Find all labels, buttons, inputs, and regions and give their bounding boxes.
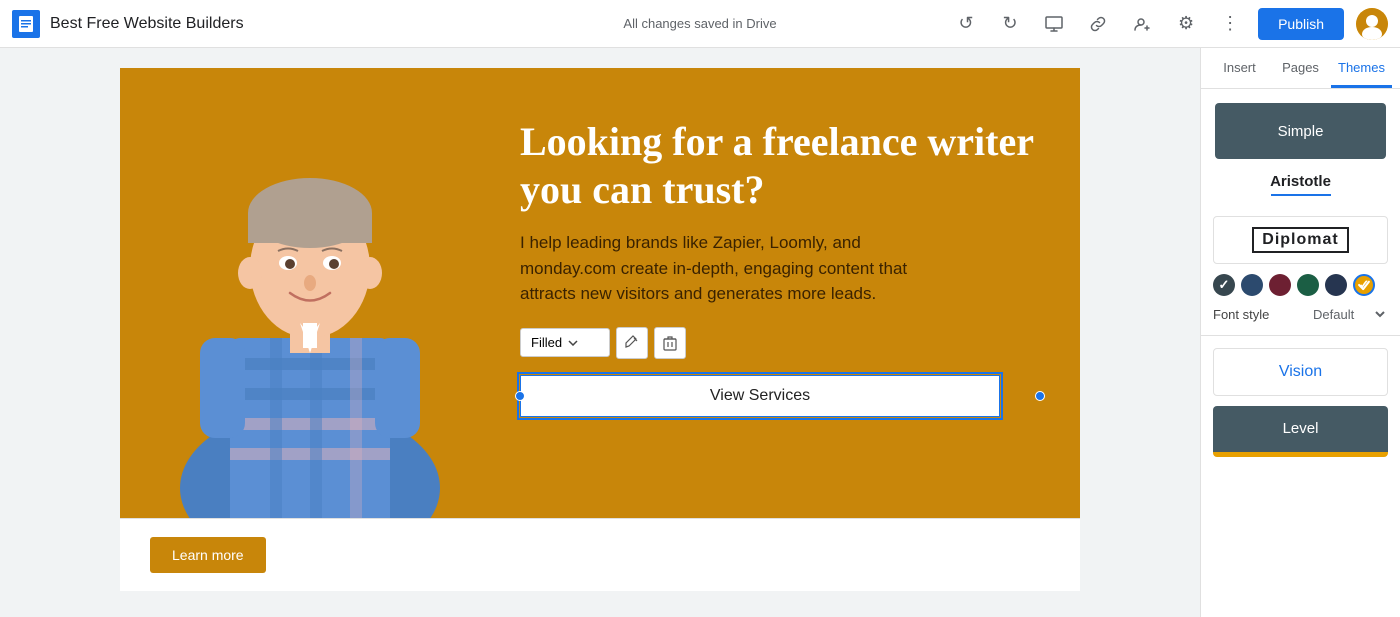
topbar-right: ↺ ↻ ⚙ ⋮ Publish	[950, 8, 1388, 40]
tab-pages[interactable]: Pages	[1270, 48, 1331, 88]
main-layout: Looking for a freelance writer you can t…	[0, 48, 1400, 617]
swatch-navy[interactable]	[1241, 274, 1263, 296]
swatch-dark-blue[interactable]	[1325, 274, 1347, 296]
undo-button[interactable]: ↺	[950, 8, 982, 40]
swatch-charcoal[interactable]	[1213, 274, 1235, 296]
resize-handle-right[interactable]	[1035, 391, 1045, 401]
view-services-wrapper: View Services	[520, 375, 1040, 417]
save-status: All changes saved in Drive	[623, 16, 776, 31]
publish-button[interactable]: Publish	[1258, 8, 1344, 40]
theme-level-label: Level	[1283, 420, 1319, 437]
settings-button[interactable]: ⚙	[1170, 8, 1202, 40]
delete-icon-btn[interactable]	[654, 327, 686, 359]
swatch-burgundy[interactable]	[1269, 274, 1291, 296]
google-slides-icon	[12, 10, 40, 38]
slide-container: Looking for a freelance writer you can t…	[120, 68, 1080, 591]
redo-button[interactable]: ↻	[994, 8, 1026, 40]
swatch-green[interactable]	[1297, 274, 1319, 296]
white-section: Learn more	[120, 518, 1080, 591]
theme-aristotle-wrapper[interactable]: Aristotle	[1213, 173, 1388, 206]
button-style-select[interactable]: Filled	[520, 328, 610, 357]
button-toolbar: Filled	[520, 327, 1040, 359]
button-style-label: Filled	[531, 335, 562, 350]
hero-content: Looking for a freelance writer you can t…	[500, 68, 1080, 518]
view-services-button[interactable]: View Services	[520, 375, 1000, 417]
panel-tabs: Insert Pages Themes	[1201, 48, 1400, 89]
add-person-button[interactable]	[1126, 8, 1158, 40]
doc-title: Best Free Website Builders	[50, 15, 244, 33]
learn-more-button[interactable]: Learn more	[150, 537, 266, 573]
theme-simple-bg: Simple	[1215, 103, 1386, 159]
hero-person-image	[120, 68, 500, 518]
theme-simple-card[interactable]: Simple	[1213, 101, 1388, 161]
theme-simple-label: Simple	[1278, 123, 1324, 140]
tab-insert[interactable]: Insert	[1209, 48, 1270, 88]
canvas-area: Looking for a freelance writer you can t…	[0, 48, 1200, 617]
level-gold-bar	[1213, 452, 1388, 457]
panel-divider-1	[1201, 335, 1400, 336]
color-swatches	[1201, 264, 1400, 296]
hero-headline: Looking for a freelance writer you can t…	[520, 118, 1040, 214]
theme-level-bg: Level	[1213, 406, 1388, 452]
theme-level-card[interactable]: Level	[1213, 406, 1388, 457]
resize-handle-left[interactable]	[515, 391, 525, 401]
theme-diplomat-card[interactable]: Diplomat	[1213, 216, 1388, 264]
right-panel: Insert Pages Themes Simple Aristotle Dip…	[1200, 48, 1400, 617]
theme-vision-card[interactable]: Vision	[1213, 348, 1388, 396]
avatar[interactable]	[1356, 8, 1388, 40]
tab-themes[interactable]: Themes	[1331, 48, 1392, 88]
topbar-left: Best Free Website Builders	[12, 10, 950, 38]
font-style-row: Font style Default Serif Sans-serif	[1201, 296, 1400, 323]
swatch-gold[interactable]	[1353, 274, 1375, 296]
more-button[interactable]: ⋮	[1214, 8, 1246, 40]
font-style-label: Font style	[1213, 307, 1269, 322]
present-button[interactable]	[1038, 8, 1070, 40]
hero-body-text: I help leading brands like Zapier, Looml…	[520, 230, 960, 307]
link-button[interactable]	[1082, 8, 1114, 40]
hero-section: Looking for a freelance writer you can t…	[120, 68, 1080, 518]
topbar: Best Free Website Builders All changes s…	[0, 0, 1400, 48]
aristotle-underline	[1271, 194, 1331, 196]
edit-icon-btn[interactable]	[616, 327, 648, 359]
theme-aristotle-label: Aristotle	[1213, 173, 1388, 190]
font-style-dropdown[interactable]: Default Serif Sans-serif	[1309, 306, 1388, 323]
theme-diplomat-label: Diplomat	[1252, 227, 1348, 253]
theme-vision-label: Vision	[1279, 363, 1322, 380]
